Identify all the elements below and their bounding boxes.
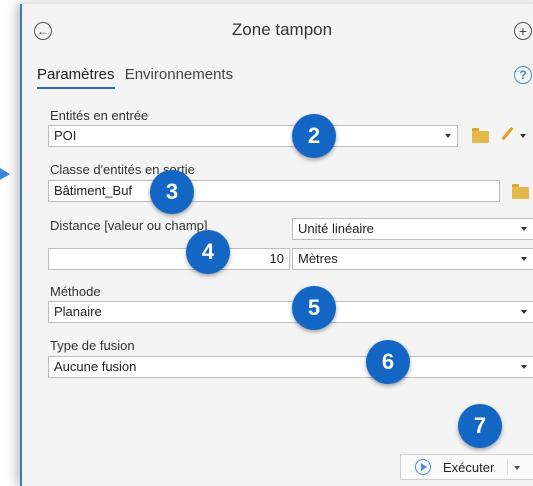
run-button-divider — [507, 459, 508, 475]
distance-value: 10 — [269, 251, 284, 266]
tool-title: Zone tampon — [231, 20, 333, 39]
callout-badge-6: 6 — [366, 340, 410, 384]
dissolve-label: Type de fusion — [50, 338, 135, 353]
chevron-down-icon — [445, 134, 451, 138]
input-features-dropdown[interactable]: POI — [48, 125, 458, 147]
linear-unit-type-value: Unité linéaire — [298, 221, 374, 236]
add-icon[interactable]: + — [514, 22, 532, 40]
run-button-label: Exécuter — [443, 460, 495, 475]
distance-value-input[interactable]: 10 — [48, 248, 290, 270]
tab-bar: Paramètres Environnements — [37, 66, 239, 89]
chevron-down-icon — [521, 227, 527, 231]
method-dropdown[interactable]: Planaire — [48, 301, 533, 323]
chevron-down-icon — [521, 310, 527, 314]
run-button[interactable]: Exécuter — [400, 454, 533, 480]
edit-pencil-icon[interactable] — [501, 126, 514, 141]
distance-unit-dropdown[interactable]: Mètres — [292, 248, 533, 270]
pencil-menu-chevron-icon[interactable] — [520, 134, 526, 138]
callout-badge-3: 3 — [150, 170, 194, 214]
linear-unit-dropdown[interactable]: Unité linéaire — [292, 218, 533, 240]
geoprocessing-pane: ← Zone tampon + Paramètres Environnement… — [20, 4, 533, 486]
pane-header: ← Zone tampon + — [22, 4, 533, 56]
chevron-down-icon — [521, 365, 527, 369]
input-features-value: POI — [54, 128, 77, 143]
callout-badge-7: 7 — [458, 404, 502, 448]
callout-badge-5: 5 — [292, 286, 336, 330]
method-value: Planaire — [54, 304, 102, 319]
chevron-down-icon — [521, 257, 527, 261]
input-features-label: Entités en entrée — [50, 108, 149, 123]
tab-parameters[interactable]: Paramètres — [37, 66, 115, 89]
output-features-input[interactable]: Bâtiment_Buf — [48, 180, 500, 202]
distance-label: Distance [valeur ou champ] — [50, 218, 208, 233]
dissolve-value: Aucune fusion — [54, 359, 137, 374]
dissolve-dropdown[interactable]: Aucune fusion — [48, 356, 533, 378]
run-options-chevron-icon[interactable] — [514, 466, 520, 470]
pointer-arrow — [0, 168, 10, 180]
distance-unit-value: Mètres — [298, 251, 338, 266]
callout-badge-2: 2 — [292, 114, 336, 158]
tab-environments[interactable]: Environnements — [125, 66, 233, 87]
output-features-value: Bâtiment_Buf — [54, 183, 133, 198]
help-icon[interactable]: ? — [514, 66, 532, 84]
method-label: Méthode — [50, 284, 101, 299]
play-icon — [415, 459, 431, 475]
browse-output-folder-icon[interactable] — [512, 184, 529, 199]
browse-folder-icon[interactable] — [472, 128, 489, 143]
callout-badge-4: 4 — [186, 230, 230, 274]
